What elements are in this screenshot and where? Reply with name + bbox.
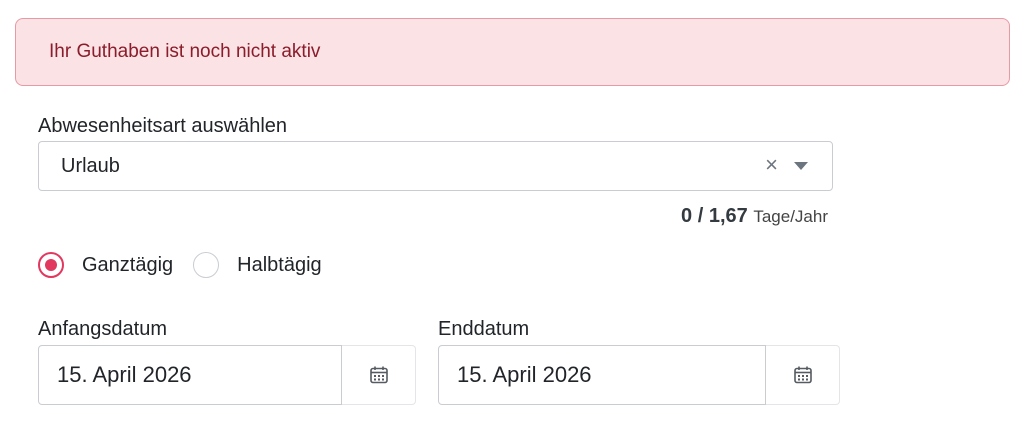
absence-type-select[interactable]: Urlaub × — [38, 141, 833, 191]
radio-full-day-circle[interactable] — [38, 252, 64, 278]
radio-half-day-label[interactable]: Halbtägig — [237, 254, 322, 277]
end-date-label: Enddatum — [438, 318, 530, 340]
chevron-down-icon[interactable] — [794, 162, 808, 170]
radio-full-day[interactable]: Ganztägig — [38, 252, 173, 278]
quota-display: 0 / 1,67 Tage/Jahr — [681, 205, 828, 228]
end-date-input[interactable]: 15. April 2026 — [438, 345, 766, 405]
inactive-balance-alert: Ihr Guthaben ist noch nicht aktiv — [15, 18, 1010, 86]
end-date-group: 15. April 2026 — [438, 345, 840, 405]
radio-full-day-label[interactable]: Ganztägig — [82, 254, 173, 277]
end-date-value: 15. April 2026 — [457, 362, 592, 387]
quota-unit: Tage/Jahr — [753, 207, 828, 226]
end-date-picker-button[interactable] — [766, 345, 840, 405]
start-date-input[interactable]: 15. April 2026 — [38, 345, 342, 405]
radio-half-day-circle[interactable] — [193, 252, 220, 278]
clear-selection-icon[interactable]: × — [765, 153, 778, 177]
quota-value: 0 / 1,67 — [681, 205, 748, 227]
start-date-value: 15. April 2026 — [57, 362, 192, 387]
absence-form: Ihr Guthaben ist noch nicht aktiv Abwese… — [0, 0, 1024, 428]
day-type-radio-group: Ganztägig Halbtägig — [38, 252, 342, 278]
radio-half-day[interactable]: Halbtägig — [193, 252, 322, 278]
start-date-picker-button[interactable] — [342, 345, 416, 405]
start-date-label: Anfangsdatum — [38, 318, 167, 340]
calendar-icon — [793, 366, 812, 384]
absence-type-label: Abwesenheitsart auswählen — [38, 115, 288, 137]
absence-type-selected-value: Urlaub — [61, 154, 120, 177]
calendar-icon — [369, 366, 388, 384]
start-date-group: 15. April 2026 — [38, 345, 416, 405]
alert-message: Ihr Guthaben ist noch nicht aktiv — [49, 41, 321, 62]
